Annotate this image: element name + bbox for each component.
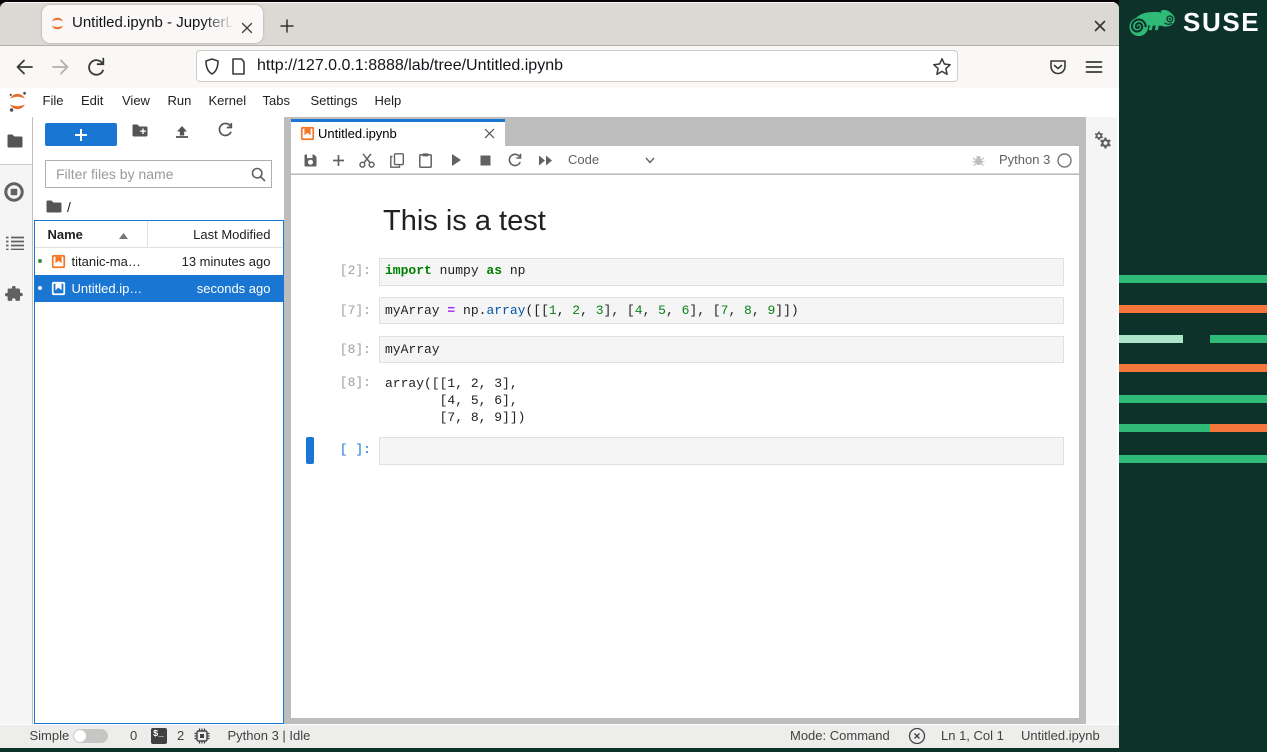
- svg-text:SUSE: SUSE: [1183, 10, 1260, 37]
